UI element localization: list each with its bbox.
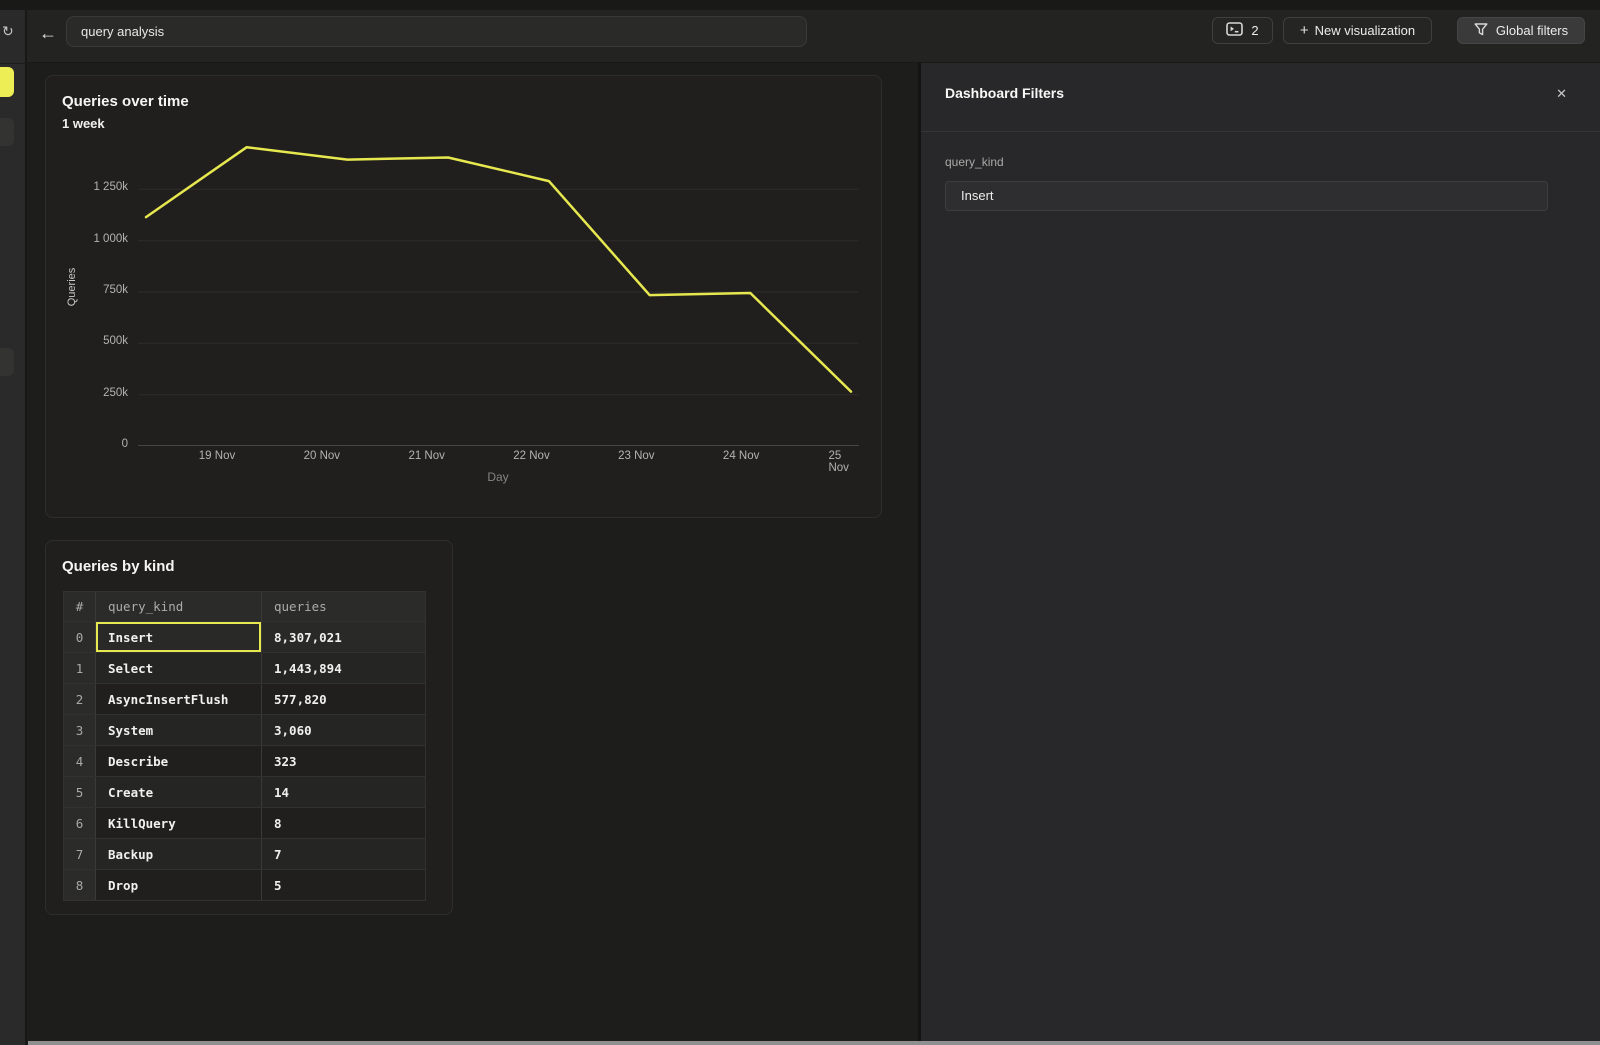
y-tick: 750k xyxy=(46,284,128,296)
x-tick: 24 Nov xyxy=(723,450,759,462)
table-row: 2AsyncInsertFlush577,820 xyxy=(64,683,425,714)
queries-value-cell[interactable]: 7 xyxy=(261,839,425,869)
x-tick: 21 Nov xyxy=(408,450,444,462)
y-tick: 500k xyxy=(46,335,128,347)
y-tick: 250k xyxy=(46,387,128,399)
collapsed-sidebar: ↻ xyxy=(0,10,27,1045)
table-row: 0Insert8,307,021 xyxy=(64,621,425,652)
close-icon[interactable]: ✕ xyxy=(1556,86,1567,102)
topbar: ← query analysis 2 + New visualization G… xyxy=(0,10,1600,63)
queries-value-cell[interactable]: 14 xyxy=(261,777,425,807)
x-tick: 19 Nov xyxy=(199,450,235,462)
col-header-index: # xyxy=(64,592,95,621)
row-index: 2 xyxy=(64,684,95,714)
window-top-edge xyxy=(0,0,1600,10)
query-kind-cell[interactable]: KillQuery xyxy=(95,808,261,838)
sidebar-item-chart[interactable] xyxy=(0,348,14,376)
visualization-count: 2 xyxy=(1251,23,1258,38)
table-row: 5Create14 xyxy=(64,776,425,807)
x-tick: 20 Nov xyxy=(304,450,340,462)
queries-line-chart xyxy=(138,138,859,446)
panel-divider xyxy=(921,131,1600,132)
table-row: 7Backup7 xyxy=(64,838,425,869)
dashboard-filters-panel: Dashboard Filters ✕ query_kind Insert xyxy=(918,63,1600,1045)
table-row: 4Describe323 xyxy=(64,745,425,776)
row-index: 7 xyxy=(64,839,95,869)
query-kind-cell[interactable]: Backup xyxy=(95,839,261,869)
x-axis-label: Day xyxy=(458,470,538,484)
row-index: 8 xyxy=(64,870,95,900)
queries-value-cell[interactable]: 3,060 xyxy=(261,715,425,745)
sql-console-button[interactable]: 2 xyxy=(1212,17,1273,44)
queries-by-kind-card: Queries by kind #query_kindqueries0Inser… xyxy=(45,540,453,915)
queries-value-cell[interactable]: 577,820 xyxy=(261,684,425,714)
row-index: 3 xyxy=(64,715,95,745)
dashboard-title-input[interactable]: query analysis xyxy=(66,16,807,47)
query-kind-cell[interactable]: Select xyxy=(95,653,261,683)
global-filters-button[interactable]: Global filters xyxy=(1457,17,1585,44)
filter-field-label: query_kind xyxy=(945,155,1004,169)
table-title: Queries by kind xyxy=(62,558,175,575)
query-kind-cell[interactable]: Drop xyxy=(95,870,261,900)
sidebar-divider xyxy=(0,63,27,64)
queries-value-cell[interactable]: 8,307,021 xyxy=(261,622,425,652)
y-tick: 1 250k xyxy=(46,181,128,193)
queries-value-cell[interactable]: 8 xyxy=(261,808,425,838)
horizontal-scrollbar[interactable] xyxy=(28,1041,1600,1045)
x-tick: 22 Nov xyxy=(513,450,549,462)
col-header-query-kind: query_kind xyxy=(95,592,261,621)
plus-icon: + xyxy=(1300,22,1309,39)
query-kind-cell[interactable]: AsyncInsertFlush xyxy=(95,684,261,714)
table-row: 1Select1,443,894 xyxy=(64,652,425,683)
sidebar-item-chart[interactable] xyxy=(0,118,14,146)
table-row: 8Drop5 xyxy=(64,869,425,900)
query-kind-filter-input[interactable]: Insert xyxy=(945,181,1548,211)
funnel-icon xyxy=(1474,23,1488,39)
table-row: 6KillQuery8 xyxy=(64,807,425,838)
queries-over-time-card: Queries over time 1 week Queries 0250k50… xyxy=(45,75,882,518)
new-visualization-button[interactable]: + New visualization xyxy=(1283,17,1432,44)
col-header-queries: queries xyxy=(261,592,425,621)
global-filters-label: Global filters xyxy=(1496,23,1568,38)
x-tick: 23 Nov xyxy=(618,450,654,462)
queries-by-kind-table: #query_kindqueries0Insert8,307,0211Selec… xyxy=(63,591,426,901)
query-kind-cell[interactable]: Create xyxy=(95,777,261,807)
queries-value-cell[interactable]: 1,443,894 xyxy=(261,653,425,683)
queries-value-cell[interactable]: 5 xyxy=(261,870,425,900)
chart-subtitle: 1 week xyxy=(62,116,105,131)
refresh-icon[interactable]: ↻ xyxy=(2,23,14,40)
sidebar-item-chart-selected[interactable] xyxy=(0,67,14,97)
table-header-row: #query_kindqueries xyxy=(64,592,425,621)
table-row: 3System3,060 xyxy=(64,714,425,745)
row-index: 5 xyxy=(64,777,95,807)
row-index: 1 xyxy=(64,653,95,683)
query-kind-cell-selected[interactable]: Insert xyxy=(95,622,261,652)
row-index: 4 xyxy=(64,746,95,776)
y-tick: 1 000k xyxy=(46,233,128,245)
y-tick: 0 xyxy=(46,438,128,450)
query-kind-cell[interactable]: Describe xyxy=(95,746,261,776)
chart-title: Queries over time xyxy=(62,93,189,110)
back-button[interactable]: ← xyxy=(39,23,57,44)
sql-console-icon xyxy=(1226,22,1243,39)
new-visualization-label: New visualization xyxy=(1315,23,1415,38)
row-index: 6 xyxy=(64,808,95,838)
query-kind-cell[interactable]: System xyxy=(95,715,261,745)
x-tick: 25 Nov xyxy=(828,450,863,474)
panel-title: Dashboard Filters xyxy=(945,85,1064,101)
queries-value-cell[interactable]: 323 xyxy=(261,746,425,776)
row-index: 0 xyxy=(64,622,95,652)
